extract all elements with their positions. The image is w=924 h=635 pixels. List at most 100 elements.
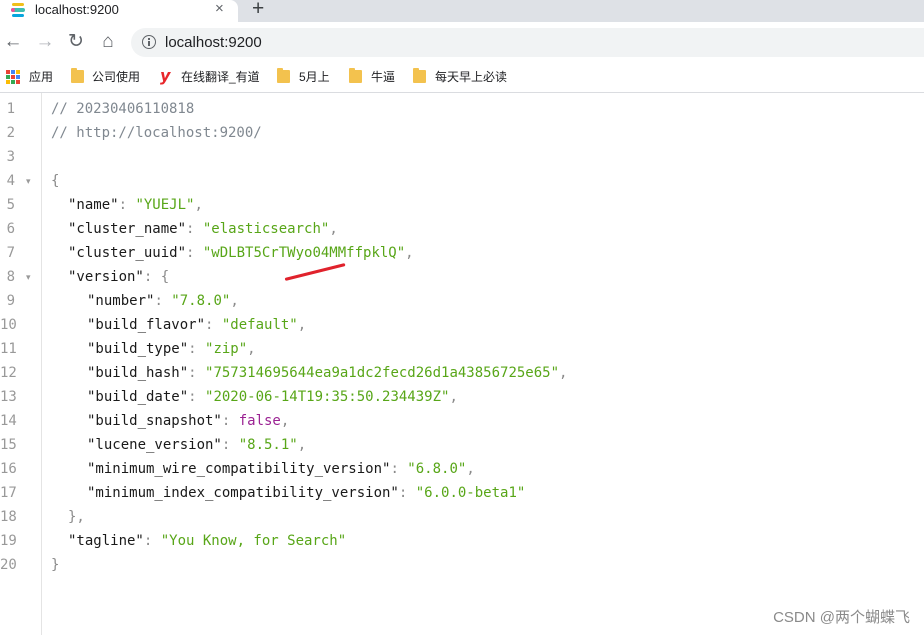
- json-value: "You Know, for Search": [160, 533, 347, 549]
- line-number: 18: [0, 509, 17, 525]
- folder-icon: [71, 68, 84, 83]
- line-number: 15: [0, 437, 17, 453]
- json-value: "2020-06-14T19:35:50.234439Z": [205, 389, 450, 405]
- reload-icon[interactable]: ↻: [64, 30, 88, 54]
- json-line-cluster-name: "cluster_name": "elasticsearch",: [68, 221, 338, 237]
- site-info-icon[interactable]: [142, 35, 156, 49]
- line-number: 1: [6, 101, 15, 117]
- fold-toggle-icon[interactable]: ▾: [26, 169, 31, 193]
- json-value: "8.5.1": [238, 437, 298, 453]
- bookmark-label: 牛逼: [371, 70, 396, 84]
- json-key: "name": [68, 197, 119, 213]
- json-key: "minimum_wire_compatibility_version": [87, 461, 391, 477]
- line-number: 3: [6, 149, 15, 165]
- json-key: "lucene_version": [87, 437, 222, 453]
- json-value: "elasticsearch": [202, 221, 330, 237]
- json-key: "build_type": [87, 341, 189, 357]
- comment-timestamp: // 20230406110818: [51, 101, 195, 117]
- json-value: "YUEJL": [135, 197, 195, 213]
- bookmark-label: 在线翻译_有道: [181, 70, 260, 84]
- line-number: 12: [0, 365, 17, 381]
- youdao-icon: y: [160, 66, 171, 85]
- back-icon[interactable]: ←: [1, 30, 25, 54]
- json-value: false: [238, 413, 281, 429]
- json-value: "wDLBT5CrTWyo04MMffpklQ": [202, 245, 406, 261]
- tab-close-icon[interactable]: ×: [215, 1, 224, 17]
- line-number: 4: [6, 173, 15, 189]
- fold-toggle-icon[interactable]: ▾: [26, 265, 31, 289]
- line-number: 5: [6, 197, 15, 213]
- line-number: 6: [6, 221, 15, 237]
- line-number: 17: [0, 485, 17, 501]
- tab-localhost[interactable]: localhost:9200 ×: [0, 0, 238, 22]
- version-close-brace: },: [68, 509, 85, 525]
- json-line-build-snapshot: "build_snapshot": false,: [87, 413, 290, 429]
- folder-icon: [277, 68, 290, 83]
- json-key: "version": [68, 269, 144, 285]
- json-key: "minimum_index_compatibility_version": [87, 485, 399, 501]
- json-line-build-date: "build_date": "2020-06-14T19:35:50.23443…: [87, 389, 458, 405]
- json-key: "build_date": [87, 389, 189, 405]
- json-viewer: 1 2 3 4 5 6 7 8 9 10 11 12 13 14 15 16 1…: [0, 93, 924, 635]
- line-number: 16: [0, 461, 17, 477]
- tab-strip: localhost:9200 × +: [0, 0, 924, 22]
- json-value: "6.8.0": [407, 461, 467, 477]
- apps-icon: [6, 70, 20, 84]
- line-number: 20: [0, 557, 17, 573]
- json-line-min-index-compat: "minimum_index_compatibility_version": "…: [87, 485, 526, 501]
- home-icon[interactable]: ⌂: [96, 30, 120, 54]
- line-number: 9: [6, 293, 15, 309]
- json-key: "build_flavor": [87, 317, 206, 333]
- url-text[interactable]: localhost:9200: [165, 34, 262, 51]
- json-line-lucene-version: "lucene_version": "8.5.1",: [87, 437, 307, 453]
- bookmark-folder-company[interactable]: 公司使用: [71, 68, 146, 86]
- json-key: "cluster_uuid": [68, 245, 187, 261]
- json-line-min-wire-compat: "minimum_wire_compatibility_version": "6…: [87, 461, 475, 477]
- new-tab-icon[interactable]: +: [252, 0, 264, 21]
- json-line-tagline: "tagline": "You Know, for Search": [68, 533, 347, 549]
- json-line-cluster-uuid: "cluster_uuid": "wDLBT5CrTWyo04MMffpklQ"…: [68, 245, 414, 261]
- json-key: "number": [87, 293, 155, 309]
- bookmark-label: 公司使用: [92, 70, 141, 84]
- forward-icon[interactable]: →: [33, 30, 57, 54]
- json-line-version: "version": {: [68, 269, 170, 285]
- line-number: 8: [6, 269, 15, 285]
- line-number: 13: [0, 389, 17, 405]
- json-value: "zip": [205, 341, 248, 357]
- bookmark-folder-niubi[interactable]: 牛逼: [349, 68, 399, 86]
- json-line-build-hash: "build_hash": "757314695644ea9a1dc2fecd2…: [87, 365, 568, 381]
- watermark: CSDN @两个蝴蝶飞: [773, 609, 910, 626]
- line-number: 11: [0, 341, 17, 357]
- close-brace: }: [51, 557, 60, 573]
- json-value: "default": [221, 317, 298, 333]
- address-bar[interactable]: localhost:9200: [131, 28, 924, 57]
- json-value: {: [160, 269, 170, 285]
- bookmark-apps[interactable]: 应用: [6, 68, 56, 86]
- json-value: "757314695644ea9a1dc2fecd26d1a43856725e6…: [205, 365, 560, 381]
- bookmark-youdao[interactable]: y 在线翻译_有道: [160, 66, 265, 86]
- red-annotation-stroke: [284, 263, 346, 281]
- json-key: "build_hash": [87, 365, 189, 381]
- json-line-build-flavor: "build_flavor": "default",: [87, 317, 307, 333]
- folder-icon: [413, 68, 426, 83]
- bookmark-label: 应用: [29, 70, 54, 84]
- json-key: "tagline": [68, 533, 144, 549]
- json-value: "7.8.0": [171, 293, 231, 309]
- open-brace: {: [51, 173, 60, 189]
- tab-title: localhost:9200: [35, 2, 119, 17]
- comment-url: // http://localhost:9200/: [51, 125, 262, 141]
- json-line-name: "name": "YUEJL",: [68, 197, 203, 213]
- bookmarks-bar: 应用 公司使用 y 在线翻译_有道 5月上 牛逼 每天早上必读: [0, 62, 924, 93]
- elasticsearch-favicon-icon: [11, 3, 25, 17]
- json-line-build-type: "build_type": "zip",: [87, 341, 256, 357]
- bookmark-label: 每天早上必读: [435, 70, 508, 84]
- line-number: 7: [6, 245, 15, 261]
- bookmark-folder-may[interactable]: 5月上: [277, 68, 335, 86]
- line-number: 10: [0, 317, 17, 333]
- json-line-number: "number": "7.8.0",: [87, 293, 239, 309]
- bookmark-label: 5月上: [299, 70, 330, 84]
- json-value: "6.0.0-beta1": [415, 485, 526, 501]
- browser-toolbar: ← → ↻ ⌂ localhost:9200: [0, 22, 924, 62]
- json-key: "build_snapshot": [87, 413, 222, 429]
- bookmark-folder-daily[interactable]: 每天早上必读: [413, 68, 513, 86]
